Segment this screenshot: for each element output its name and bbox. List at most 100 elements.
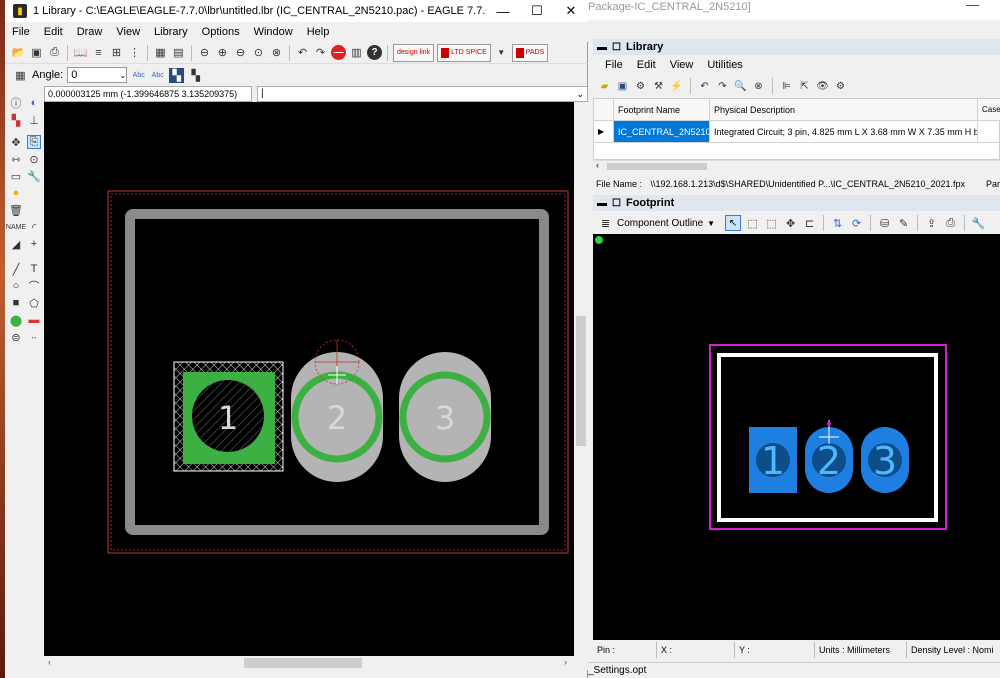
save-icon[interactable]: ▣ bbox=[616, 80, 629, 93]
wrench-icon[interactable]: 🔧 bbox=[971, 216, 986, 231]
polygon-icon[interactable]: ⬠ bbox=[27, 296, 41, 310]
ulp-icon[interactable]: ⊞ bbox=[109, 45, 124, 60]
lib-menu-utilities[interactable]: Utilities bbox=[707, 59, 750, 71]
scroll-left-arrow[interactable]: ‹ bbox=[596, 160, 599, 170]
zoom-area-icon[interactable]: ⊗ bbox=[269, 45, 284, 60]
scroll-thumb[interactable] bbox=[576, 316, 586, 446]
mark-icon[interactable]: ⊥ bbox=[27, 113, 41, 127]
lib-menu-file[interactable]: File bbox=[605, 59, 631, 71]
split-icon[interactable]: ◢ bbox=[9, 237, 23, 251]
menu-view[interactable]: View bbox=[109, 26, 147, 38]
display-mode-alt-icon[interactable]: ▚ bbox=[188, 68, 203, 83]
open-library-icon[interactable]: 📖 bbox=[73, 45, 88, 60]
zoom-out-icon[interactable]: ⊖ bbox=[233, 45, 248, 60]
miter-icon[interactable]: ◜ bbox=[27, 220, 41, 234]
column-physical-description[interactable]: Physical Description bbox=[710, 99, 978, 121]
search-icon[interactable]: 🔍 bbox=[734, 80, 747, 93]
maximize-button[interactable]: ☐ bbox=[520, 0, 554, 22]
scroll-right-arrow[interactable]: › bbox=[564, 657, 567, 667]
group-icon[interactable]: ▭ bbox=[9, 169, 23, 183]
wire-icon[interactable]: ╱ bbox=[9, 262, 23, 276]
window-controls[interactable]: — bbox=[966, 0, 990, 12]
zoom-fit-icon[interactable]: ⊖ bbox=[197, 45, 212, 60]
lib-menu-edit[interactable]: Edit bbox=[637, 59, 664, 71]
design-link-button[interactable]: design link bbox=[393, 43, 435, 62]
paste-icon[interactable]: ● bbox=[9, 186, 23, 200]
column-case-code[interactable]: Case Code bbox=[978, 99, 1000, 121]
menu-window[interactable]: Window bbox=[247, 26, 300, 38]
menu-edit[interactable]: Edit bbox=[37, 26, 70, 38]
help-icon[interactable]: ? bbox=[367, 45, 382, 60]
scroll-thumb[interactable] bbox=[607, 163, 707, 170]
settings-icon[interactable]: ⚙ bbox=[834, 80, 847, 93]
wizard-icon[interactable]: ⚒ bbox=[652, 80, 665, 93]
physical-description-cell[interactable]: Integrated Circuit; 3 pin, 4.825 mm L X … bbox=[710, 121, 978, 143]
drc-icon[interactable]: ▦ bbox=[153, 45, 168, 60]
change-icon[interactable]: 🔧 bbox=[27, 169, 41, 183]
cam-icon[interactable]: ≡ bbox=[91, 45, 106, 60]
new-part-icon[interactable]: ⚙ bbox=[634, 80, 647, 93]
delete-icon[interactable]: 🗑 bbox=[9, 203, 23, 217]
lib-menu-view[interactable]: View bbox=[670, 59, 702, 71]
smd-icon[interactable]: ▬ bbox=[27, 313, 41, 327]
layer-select[interactable]: Component Outline ▼ bbox=[617, 218, 715, 229]
arc-icon[interactable]: ⌒ bbox=[27, 279, 41, 293]
show-icon[interactable]: ◐ bbox=[27, 96, 41, 110]
layers-icon[interactable]: ≣ bbox=[598, 216, 613, 231]
minimize-button[interactable]: — bbox=[486, 0, 520, 22]
measure-icon[interactable]: ⊏ bbox=[802, 216, 817, 231]
view-eye-icon[interactable]: 👁 bbox=[816, 80, 829, 93]
pads-button[interactable]: PADS bbox=[511, 43, 549, 62]
table-row[interactable]: ▶ IC_CENTRAL_2N5210 Integrated Circuit; … bbox=[594, 121, 1000, 143]
undo-icon[interactable]: ↶ bbox=[295, 45, 310, 60]
circle-icon[interactable]: ○ bbox=[9, 279, 23, 293]
select-pointer-icon[interactable]: ↖ bbox=[725, 215, 742, 231]
tools-icon[interactable]: ⚡ bbox=[670, 80, 683, 93]
info-icon[interactable]: ⓘ bbox=[9, 96, 23, 110]
refresh-icon[interactable]: ⟳ bbox=[849, 216, 864, 231]
rotate-icon[interactable]: ⊙ bbox=[27, 152, 41, 166]
zoom-in-icon[interactable]: ⊕ bbox=[215, 45, 230, 60]
copy-icon[interactable]: ⎘ bbox=[27, 135, 41, 149]
move-icon[interactable]: ✥ bbox=[9, 135, 23, 149]
print-icon[interactable]: ⎙ bbox=[47, 45, 62, 60]
pad-icon[interactable]: ⬤ bbox=[9, 313, 23, 327]
scroll-thumb[interactable] bbox=[244, 658, 362, 668]
stack-icon[interactable]: ⛁ bbox=[877, 216, 892, 231]
menu-help[interactable]: Help bbox=[300, 26, 337, 38]
menu-library[interactable]: Library bbox=[147, 26, 195, 38]
align-icon[interactable]: ⊫ bbox=[780, 80, 793, 93]
rect-icon[interactable]: ■ bbox=[9, 296, 23, 310]
redo-icon[interactable]: ↷ bbox=[313, 45, 328, 60]
dimension-icon[interactable]: ↔ bbox=[27, 330, 41, 344]
select-touch-icon[interactable]: ⬚ bbox=[764, 216, 779, 231]
cancel-icon[interactable]: ⊗ bbox=[752, 80, 765, 93]
hole-icon[interactable]: ⊜ bbox=[9, 330, 23, 344]
flip-icon[interactable]: ⇅ bbox=[830, 216, 845, 231]
script-icon[interactable]: ⋮ bbox=[127, 45, 142, 60]
erc-icon[interactable]: ▤ bbox=[171, 45, 186, 60]
text-rotate-icon[interactable]: Abc bbox=[150, 68, 165, 83]
case-code-cell[interactable] bbox=[978, 121, 1000, 143]
eagle-layout-canvas[interactable]: 1 2 3 bbox=[44, 102, 574, 656]
menu-file[interactable]: File bbox=[5, 26, 37, 38]
column-footprint-name[interactable]: Footprint Name bbox=[614, 99, 710, 121]
display-mode-icon[interactable]: ▚ bbox=[169, 67, 185, 83]
footprint-name-cell[interactable]: IC_CENTRAL_2N5210 bbox=[614, 121, 710, 143]
command-line[interactable]: | ⌄ bbox=[257, 86, 588, 102]
scroll-left-arrow[interactable]: ‹ bbox=[48, 657, 51, 667]
undo-icon[interactable]: ↶ bbox=[698, 80, 711, 93]
text-style-icon[interactable]: Abc bbox=[131, 68, 146, 83]
print-icon[interactable]: ⎙ bbox=[943, 216, 958, 231]
name-icon[interactable]: NAME bbox=[6, 220, 26, 234]
text-icon[interactable]: T bbox=[27, 262, 41, 276]
add-icon[interactable]: + bbox=[27, 237, 41, 251]
select-area-icon[interactable]: ⬚ bbox=[745, 216, 760, 231]
eagle-horizontal-scrollbar[interactable]: ‹ › bbox=[44, 656, 588, 670]
export-icon[interactable]: ⇪ bbox=[924, 216, 939, 231]
open-folder-icon[interactable]: ▰ bbox=[598, 80, 611, 93]
chevron-down-icon[interactable]: ⌄ bbox=[576, 87, 584, 101]
redo-icon[interactable]: ↷ bbox=[716, 80, 729, 93]
ltd-spice-button[interactable]: LTD SPICE bbox=[437, 43, 491, 62]
stop-icon[interactable]: — bbox=[331, 45, 346, 60]
